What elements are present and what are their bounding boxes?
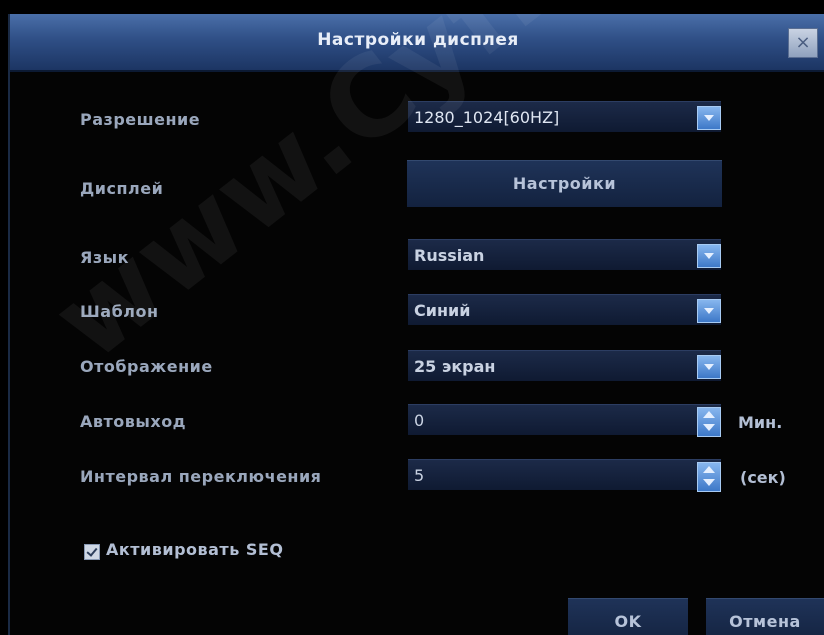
autoexit-stepper[interactable]: 0: [408, 404, 721, 437]
spinner-arrows-icon[interactable]: [697, 407, 721, 437]
autoexit-label: Автовыход: [80, 412, 187, 431]
seq-checkbox[interactable]: [84, 544, 100, 560]
close-button[interactable]: ×: [788, 28, 818, 58]
view-label: Отображение: [80, 357, 213, 376]
dialog-title: Настройки дисплея: [317, 30, 519, 50]
chevron-down-icon: [697, 299, 721, 323]
arrow-down-icon: [703, 479, 715, 486]
interval-stepper[interactable]: 5: [408, 459, 721, 492]
language-label: Язык: [80, 248, 129, 267]
template-label: Шаблон: [80, 302, 159, 321]
template-value: Синий: [414, 301, 471, 320]
ok-button[interactable]: OK: [568, 598, 688, 635]
display-settings-dialog: Настройки дисплея × Разрешение 1280_1024…: [8, 14, 824, 635]
autoexit-value: 0: [414, 411, 425, 430]
chevron-down-icon: [697, 355, 721, 379]
seq-label: Активировать SEQ: [106, 540, 284, 559]
chevron-down-icon: [697, 106, 721, 130]
template-select[interactable]: Синий: [408, 294, 721, 325]
display-label: Дисплей: [80, 179, 164, 198]
autoexit-unit: Мин.: [738, 413, 783, 432]
view-value: 25 экран: [414, 357, 496, 376]
view-select[interactable]: 25 экран: [408, 350, 721, 381]
arrow-down-icon: [703, 424, 715, 431]
interval-value: 5: [414, 466, 425, 485]
language-select[interactable]: Russian: [408, 239, 721, 270]
interval-unit: (сек): [740, 468, 786, 487]
chevron-down-icon: [697, 244, 721, 268]
cancel-button[interactable]: Отмена: [706, 598, 824, 635]
arrow-up-icon: [703, 411, 715, 418]
arrow-up-icon: [703, 466, 715, 473]
close-icon: ×: [795, 32, 811, 53]
resolution-value: 1280_1024[60HZ]: [414, 108, 560, 127]
resolution-label: Разрешение: [80, 110, 201, 129]
display-settings-button[interactable]: Настройки: [407, 160, 722, 207]
interval-label: Интервал переключения: [80, 467, 322, 486]
spinner-arrows-icon[interactable]: [697, 462, 721, 492]
resolution-select[interactable]: 1280_1024[60HZ]: [408, 101, 721, 132]
language-value: Russian: [414, 246, 485, 265]
title-bar: Настройки дисплея ×: [10, 14, 824, 72]
